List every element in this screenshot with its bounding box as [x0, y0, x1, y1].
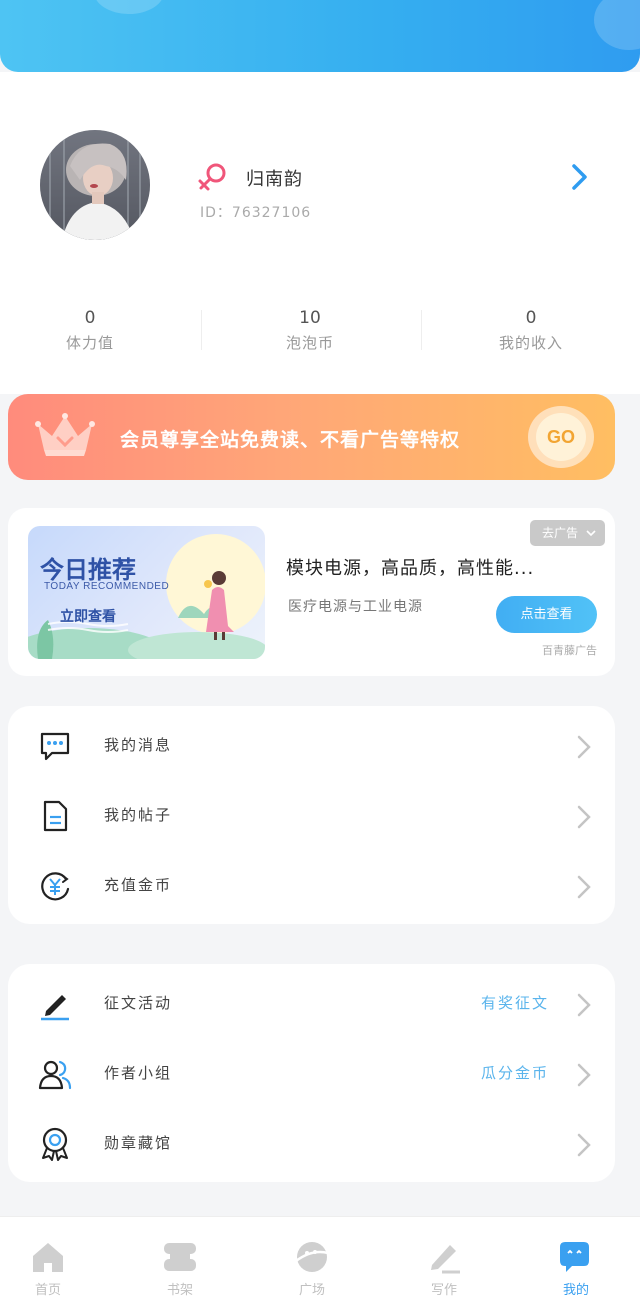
user-id-label: ID：: [200, 205, 232, 221]
stat-value: 10: [299, 308, 321, 328]
tab-label: 书架: [166, 1283, 193, 1298]
divider: [421, 310, 422, 350]
menu-group-author: 征文活动 有奖征文 作者小组 瓜分金币 勋章藏馆: [8, 964, 615, 1182]
menu-label: 充值金币: [104, 876, 173, 894]
header-background: [0, 0, 640, 72]
tab-label: 首页: [34, 1283, 61, 1298]
ad-banner-cta: 立即查看: [60, 609, 116, 625]
menu-extra-text: 有奖征文: [480, 994, 549, 1012]
chevron-right-icon: [577, 735, 591, 759]
chevron-down-icon: [586, 530, 596, 537]
header-decoration: [594, 0, 640, 50]
menu-label: 我的帖子: [104, 806, 173, 824]
planet-icon: [295, 1242, 329, 1272]
chevron-right-icon: [577, 805, 591, 829]
username: 归南韵: [246, 169, 303, 190]
yuan-coin-icon: [41, 872, 70, 901]
ad-banner-image[interactable]: 今日推荐 TODAY RECOMMENDED 立即查看: [28, 526, 265, 659]
ad-description: 医疗电源与工业电源: [288, 599, 423, 615]
menu-label: 作者小组: [104, 1064, 173, 1082]
stat-income[interactable]: 0 我的收入: [441, 308, 621, 353]
chevron-right-icon: [577, 993, 591, 1017]
vip-banner[interactable]: 会员尊享全站免费读、不看广告等特权 GO: [8, 394, 615, 480]
stat-stamina[interactable]: 0 体力值: [0, 308, 180, 353]
ad-card[interactable]: 今日推荐 TODAY RECOMMENDED 立即查看 去广告 模块电源，高品质…: [8, 508, 615, 676]
ad-banner-subtitle: TODAY RECOMMENDED: [44, 581, 170, 592]
tab-write[interactable]: 写作: [380, 1217, 508, 1315]
female-gender-icon: [198, 163, 226, 191]
go-button-label: GO: [536, 413, 586, 461]
menu-item-essay-contest[interactable]: 征文活动 有奖征文: [8, 968, 615, 1038]
go-button[interactable]: GO: [528, 406, 594, 468]
avatar[interactable]: [40, 130, 150, 240]
user-id: ID：76327106: [200, 202, 311, 222]
chevron-right-icon: [577, 875, 591, 899]
tab-label: 写作: [430, 1283, 457, 1298]
group-icon: [38, 1060, 72, 1090]
tab-label: 我的: [562, 1283, 589, 1298]
menu-label: 征文活动: [104, 994, 173, 1012]
profile-section: 归南韵 ID：76327106 0 体力值 10 泡泡币 0 我的收入: [0, 72, 640, 394]
profile-bubble-icon: [560, 1242, 589, 1272]
menu-item-author-group[interactable]: 作者小组 瓜分金币: [8, 1038, 615, 1108]
stat-label: 我的收入: [498, 334, 563, 352]
stat-value: 0: [525, 308, 537, 328]
bookshelf-icon: [164, 1243, 196, 1271]
pen-icon: [41, 995, 69, 1021]
stat-label: 泡泡币: [285, 334, 334, 352]
tab-home[interactable]: 首页: [0, 1217, 128, 1315]
stat-label: 体力值: [65, 334, 114, 352]
tab-plaza[interactable]: 广场: [248, 1217, 376, 1315]
ad-source: 百青藤广告: [542, 644, 597, 657]
tab-bookshelf[interactable]: 书架: [116, 1217, 244, 1315]
write-icon: [431, 1245, 460, 1274]
remove-ad-label: 去广告: [542, 526, 579, 540]
tab-label: 广场: [298, 1283, 325, 1298]
bottom-tab-bar: 首页 书架 广场 写作 我的: [0, 1216, 640, 1315]
tab-mine[interactable]: 我的: [512, 1217, 640, 1315]
message-icon: [40, 732, 70, 761]
header-decoration: [94, 0, 164, 14]
menu-item-posts[interactable]: 我的帖子: [8, 780, 615, 850]
menu-label: 我的消息: [104, 736, 173, 754]
chevron-right-icon: [577, 1133, 591, 1157]
stat-bubble-coins[interactable]: 10 泡泡币: [220, 308, 400, 353]
menu-item-recharge[interactable]: 充值金币: [8, 850, 615, 920]
menu-group-account: 我的消息 我的帖子 充值金币: [8, 706, 615, 924]
menu-label: 勋章藏馆: [104, 1134, 173, 1152]
ad-view-button[interactable]: 点击查看: [496, 596, 597, 633]
user-id-value: 76327106: [231, 205, 312, 221]
chevron-right-icon[interactable]: [566, 162, 592, 192]
ad-title[interactable]: 模块电源，高品质，高性能...: [286, 554, 586, 580]
ad-illustration: [28, 534, 265, 659]
stats-row: 0 体力值 10 泡泡币 0 我的收入: [0, 308, 640, 368]
home-icon: [33, 1243, 63, 1272]
document-icon: [43, 800, 68, 832]
ad-banner-title: 今日推荐: [40, 556, 136, 584]
menu-item-messages[interactable]: 我的消息: [8, 710, 615, 780]
divider: [201, 310, 202, 350]
remove-ad-button[interactable]: 去广告: [530, 520, 605, 546]
stat-value: 0: [84, 308, 96, 328]
menu-extra-text: 瓜分金币: [480, 1064, 549, 1082]
vip-banner-text: 会员尊享全站免费读、不看广告等特权: [120, 429, 461, 451]
crown-icon: [35, 413, 95, 456]
chevron-right-icon: [577, 1063, 591, 1087]
menu-item-medal-hall[interactable]: 勋章藏馆: [8, 1108, 615, 1178]
medal-icon: [42, 1127, 68, 1161]
